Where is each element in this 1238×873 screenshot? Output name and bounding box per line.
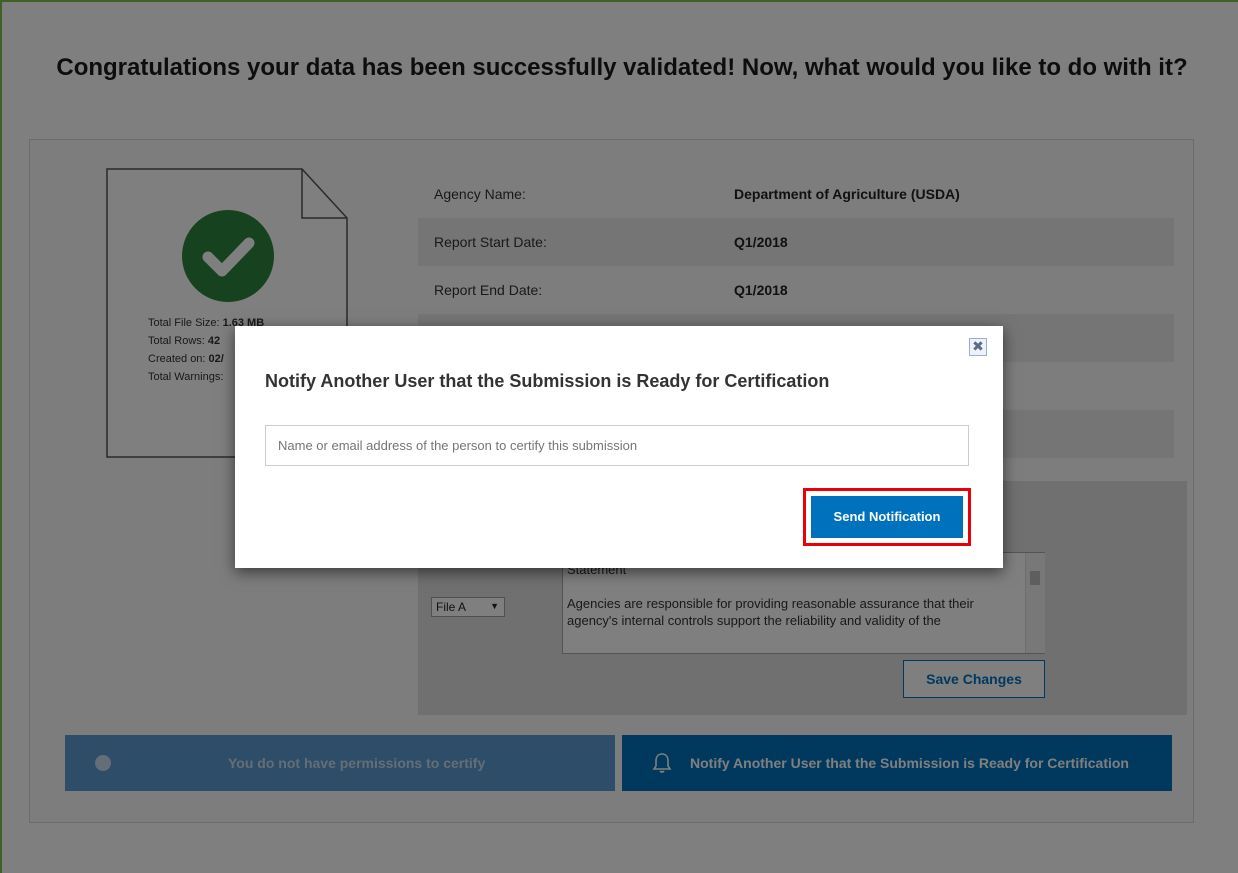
- close-icon[interactable]: ✖: [969, 338, 987, 356]
- certifier-search-input[interactable]: [265, 425, 969, 466]
- send-notification-button[interactable]: Send Notification: [811, 496, 963, 538]
- notify-modal: ✖ Notify Another User that the Submissio…: [235, 326, 1003, 568]
- modal-title: Notify Another User that the Submission …: [265, 371, 830, 391]
- send-button-highlight: Send Notification: [803, 488, 971, 546]
